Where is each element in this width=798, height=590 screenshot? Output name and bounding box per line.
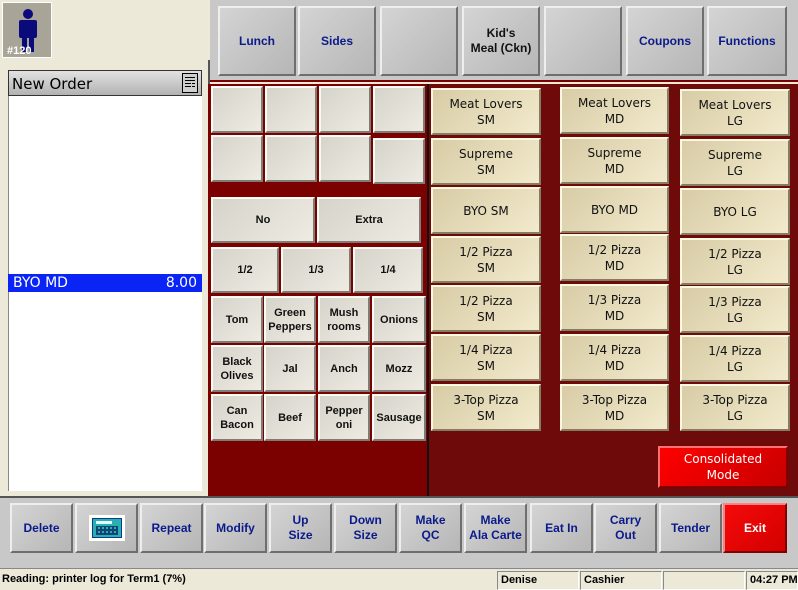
modifier-blank-button[interactable]: [265, 135, 317, 182]
pizza-button-3-top-pizza-sm[interactable]: 3-Top Pizza SM: [431, 384, 541, 431]
action-button-repeat[interactable]: Repeat: [140, 503, 203, 553]
topping-button-pepper-oni[interactable]: Pepper oni: [318, 394, 370, 441]
topping-button-mush-rooms[interactable]: Mush rooms: [318, 296, 370, 343]
action-button-eat-in[interactable]: Eat In: [530, 503, 593, 553]
pizza-button-1-2-pizza-md[interactable]: 1/2 Pizza MD: [560, 234, 669, 281]
fraction-button-1-3[interactable]: 1/3: [281, 247, 351, 293]
action-button-down-size[interactable]: Down Size: [334, 503, 397, 553]
nav-button-lunch[interactable]: Lunch: [218, 6, 296, 76]
topping-button-beef[interactable]: Beef: [264, 394, 316, 441]
pizza-button-1-4-pizza-md[interactable]: 1/4 Pizza MD: [560, 334, 669, 381]
portion-button-extra[interactable]: Extra: [317, 197, 421, 243]
topping-button-anch[interactable]: Anch: [318, 345, 370, 392]
consolidated-mode-button[interactable]: Consolidated Mode: [658, 446, 788, 488]
status-message: Reading: printer log for Term1 (7%): [2, 573, 186, 585]
pizza-button-byo-md[interactable]: BYO MD: [560, 186, 669, 233]
terminal-number: #120: [7, 45, 32, 57]
topping-button-green-peppers[interactable]: Green Peppers: [264, 296, 316, 343]
action-button-carry-out[interactable]: Carry Out: [594, 503, 657, 553]
portion-button-no[interactable]: No: [211, 197, 315, 243]
keyboard-icon: [88, 515, 125, 541]
pizza-button-supreme-lg[interactable]: Supreme LG: [680, 139, 790, 186]
modifier-blank-button[interactable]: [211, 86, 263, 133]
nav-button-functions[interactable]: Functions: [707, 6, 787, 76]
order-item-row[interactable]: BYO MD 8.00: [8, 274, 202, 292]
pizza-button-byo-sm[interactable]: BYO SM: [431, 187, 541, 234]
keyboard-button[interactable]: [75, 503, 138, 553]
modifier-blank-button[interactable]: [211, 135, 263, 182]
pizza-button-1-3-pizza-lg[interactable]: 1/3 Pizza LG: [680, 286, 790, 333]
pizza-button-1-4-pizza-sm[interactable]: 1/4 Pizza SM: [431, 334, 541, 381]
status-user: Denise: [497, 571, 579, 590]
action-button-exit[interactable]: Exit: [723, 503, 787, 553]
modifier-blank-button[interactable]: [373, 86, 425, 133]
pizza-button-meat-lovers-md[interactable]: Meat Lovers MD: [560, 87, 669, 134]
nav-button-coupons[interactable]: Coupons: [626, 6, 704, 76]
topping-button-sausage[interactable]: Sausage: [372, 394, 426, 441]
pizza-button-meat-lovers-lg[interactable]: Meat Lovers LG: [680, 89, 790, 136]
pizza-button-1-4-pizza-lg[interactable]: 1/4 Pizza LG: [680, 335, 790, 382]
topping-button-onions[interactable]: Onions: [372, 296, 426, 343]
pizza-button-byo-lg[interactable]: BYO LG: [680, 188, 790, 235]
order-header: New Order: [8, 70, 202, 96]
topping-button-black-olives[interactable]: Black Olives: [211, 345, 263, 392]
modifier-blank-button[interactable]: [319, 135, 371, 182]
status-role: Cashier: [580, 571, 662, 590]
modifier-blank-button[interactable]: [373, 138, 425, 184]
order-list[interactable]: [8, 96, 202, 491]
nav-button-blank[interactable]: [544, 6, 622, 76]
order-title: New Order: [12, 75, 93, 93]
action-button-make-qc[interactable]: Make QC: [399, 503, 462, 553]
action-button-up-size[interactable]: Up Size: [269, 503, 332, 553]
nav-button-sides[interactable]: Sides: [298, 6, 376, 76]
pizza-button-supreme-sm[interactable]: Supreme SM: [431, 138, 541, 185]
topping-button-tom[interactable]: Tom: [211, 296, 263, 343]
order-item-name: BYO MD: [13, 275, 68, 291]
pizza-button-3-top-pizza-lg[interactable]: 3-Top Pizza LG: [680, 384, 790, 431]
pizza-button-3-top-pizza-md[interactable]: 3-Top Pizza MD: [560, 384, 669, 431]
action-button-delete[interactable]: Delete: [10, 503, 73, 553]
order-item-price: 8.00: [165, 275, 197, 291]
nav-button-blank[interactable]: [380, 6, 458, 76]
action-button-make-ala-carte[interactable]: Make Ala Carte: [464, 503, 527, 553]
status-time: 04:27 PM: [746, 571, 798, 590]
status-bar: Reading: printer log for Term1 (7%) Deni…: [0, 568, 798, 590]
status-blank: [663, 571, 745, 590]
pos-screen: #120 New Order BYO MD 8.00 Consolidated …: [0, 0, 798, 590]
topping-button-jal[interactable]: Jal: [264, 345, 316, 392]
modifier-blank-button[interactable]: [319, 86, 371, 133]
fraction-button-1-2[interactable]: 1/2: [211, 247, 279, 293]
pizza-button-1-2-pizza-sm[interactable]: 1/2 Pizza SM: [431, 236, 541, 283]
action-button-tender[interactable]: Tender: [659, 503, 722, 553]
pizza-button-1-3-pizza-md[interactable]: 1/3 Pizza MD: [560, 284, 669, 331]
pizza-button-1-2-pizza-sm[interactable]: 1/2 Pizza SM: [431, 285, 541, 332]
topping-button-mozz[interactable]: Mozz: [372, 345, 426, 392]
document-list-icon[interactable]: [182, 73, 198, 93]
modifier-blank-button[interactable]: [265, 86, 317, 133]
action-button-modify[interactable]: Modify: [204, 503, 267, 553]
pizza-button-1-2-pizza-lg[interactable]: 1/2 Pizza LG: [680, 238, 790, 285]
pizza-button-supreme-md[interactable]: Supreme MD: [560, 137, 669, 184]
topping-button-can-bacon[interactable]: Can Bacon: [211, 394, 263, 441]
fraction-button-1-4[interactable]: 1/4: [353, 247, 423, 293]
pizza-button-meat-lovers-sm[interactable]: Meat Lovers SM: [431, 88, 541, 135]
nav-button-kid-s-meal-ckn[interactable]: Kid's Meal (Ckn): [462, 6, 540, 76]
user-badge[interactable]: #120: [2, 2, 52, 58]
